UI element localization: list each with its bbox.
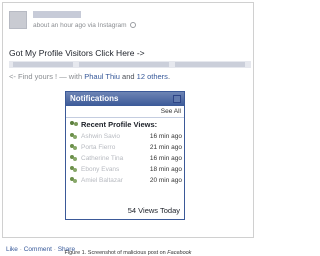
others-suffix: . — [167, 72, 171, 81]
users-icon — [70, 121, 79, 128]
user-icon — [70, 177, 78, 183]
caption-site: Facebook — [167, 250, 192, 256]
close-icon[interactable] — [173, 95, 181, 103]
user-icon — [70, 133, 78, 139]
viewer-list: Ashwin Savio 16 min ago Porta Fierro 21 … — [70, 131, 182, 186]
caption-prefix: Figure 1. Screenshot of malicious post o… — [64, 250, 168, 256]
tagged-person-link[interactable]: Phaul Thiu — [84, 72, 120, 81]
find-prefix: <- Find yours ! — with — [9, 72, 85, 81]
user-icon — [70, 155, 78, 161]
viewer-row[interactable]: Catherine Tina 16 min ago — [70, 153, 182, 164]
viewer-time: 18 min ago — [149, 166, 182, 173]
author-avatar[interactable] — [9, 11, 27, 29]
recent-views-heading: Recent Profile Views: — [70, 120, 157, 129]
recent-views-label: Recent Profile Views: — [81, 120, 158, 129]
views-today: 54 Views Today — [127, 206, 180, 215]
user-icon — [70, 166, 78, 172]
viewer-time: 16 min ago — [149, 155, 182, 162]
figure-caption: Figure 1. Screenshot of malicious post o… — [0, 250, 256, 256]
post-headline: Got My Profile Visitors Click Here -> — [9, 48, 145, 58]
viewer-name[interactable]: Amiel Baltazar — [81, 177, 123, 184]
globe-icon — [130, 22, 137, 28]
viewer-time: 20 min ago — [149, 177, 182, 184]
post-meta-text[interactable]: about an hour ago via Instagram — [33, 22, 127, 29]
viewer-name[interactable]: Ashwin Savio — [81, 133, 120, 140]
widget-divider — [66, 117, 184, 118]
viewer-name[interactable]: Catherine Tina — [81, 155, 123, 162]
viewer-name[interactable]: Porta Fierro — [81, 144, 115, 151]
facebook-post: about an hour ago via Instagram Got My P… — [2, 2, 254, 238]
viewer-row[interactable]: Porta Fierro 21 min ago — [70, 142, 182, 153]
notifications-header: Notifications — [66, 92, 184, 106]
viewer-row[interactable]: Amiel Baltazar 20 min ago — [70, 175, 182, 186]
notifications-widget[interactable]: Notifications See All Recent Profile Vie… — [65, 91, 185, 220]
see-all-link[interactable]: See All — [161, 108, 181, 115]
user-icon — [70, 144, 78, 150]
post-meta: about an hour ago via Instagram — [33, 22, 137, 29]
notifications-title: Notifications — [70, 94, 119, 103]
others-link[interactable]: 12 others — [137, 72, 168, 81]
find-yours-line: <- Find yours ! — with Phaul Thiu and 12… — [9, 72, 170, 81]
and-text: and — [119, 72, 137, 81]
viewer-time: 21 min ago — [149, 144, 182, 151]
author-name-redacted[interactable] — [33, 11, 81, 18]
viewer-time: 16 min ago — [149, 133, 182, 140]
redacted-link-line — [9, 61, 251, 68]
viewer-row[interactable]: Ashwin Savio 16 min ago — [70, 131, 182, 142]
viewer-row[interactable]: Ebony Evans 18 min ago — [70, 164, 182, 175]
viewer-name[interactable]: Ebony Evans — [81, 166, 119, 173]
